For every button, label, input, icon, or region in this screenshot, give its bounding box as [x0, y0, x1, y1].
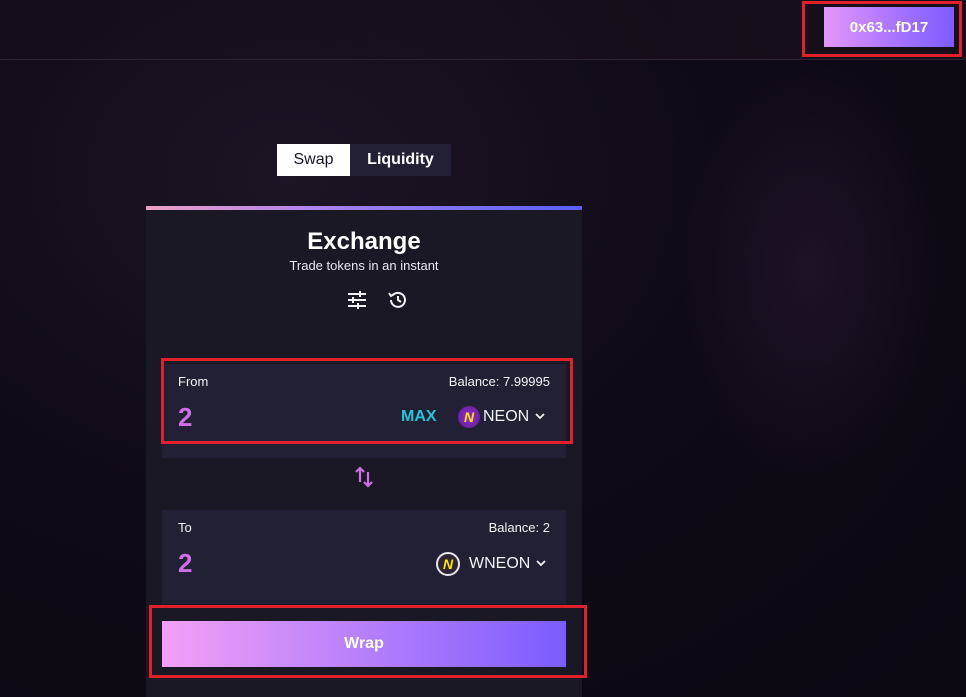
wrap-button[interactable]: Wrap [162, 621, 566, 667]
exchange-card: Exchange Trade tokens in an instant From… [146, 206, 582, 697]
from-token-symbol: NEON [483, 408, 530, 425]
swap-liquidity-tabs: Swap Liquidity [277, 144, 451, 176]
from-token-selector[interactable]: N NEON [458, 406, 545, 428]
to-label: To [178, 520, 192, 535]
swap-direction-icon[interactable] [353, 465, 375, 494]
page-title: Exchange [307, 228, 421, 255]
wneon-token-icon: N [436, 552, 460, 576]
wallet-address-button[interactable]: 0x63...fD17 [824, 7, 954, 47]
to-amount-input[interactable]: 2 [178, 548, 192, 579]
from-balance: Balance: 7.99995 [448, 374, 550, 389]
from-label: From [178, 374, 209, 389]
tab-liquidity[interactable]: Liquidity [350, 144, 451, 176]
history-icon[interactable] [387, 289, 409, 311]
background-glow [680, 60, 940, 480]
to-token-selector[interactable]: N WNEON [436, 552, 546, 576]
page-subtitle: Trade tokens in an instant [289, 258, 439, 273]
top-bar: 0x63...fD17 [0, 0, 966, 60]
max-button[interactable]: MAX [401, 408, 437, 426]
to-token-panel: To Balance: 2 2 N WNEON [162, 510, 566, 604]
exchange-toolbar [346, 289, 409, 311]
from-token-panel: From Balance: 7.99995 2 MAX N NEON [162, 364, 566, 458]
tab-swap[interactable]: Swap [277, 144, 350, 176]
settings-sliders-icon[interactable] [346, 289, 368, 311]
to-balance: Balance: 2 [488, 520, 550, 535]
chevron-down-icon [536, 555, 546, 573]
chevron-down-icon [535, 408, 545, 426]
neon-token-icon: N [458, 406, 480, 428]
to-token-symbol: WNEON [469, 555, 531, 572]
from-amount-input[interactable]: 2 [178, 402, 192, 433]
